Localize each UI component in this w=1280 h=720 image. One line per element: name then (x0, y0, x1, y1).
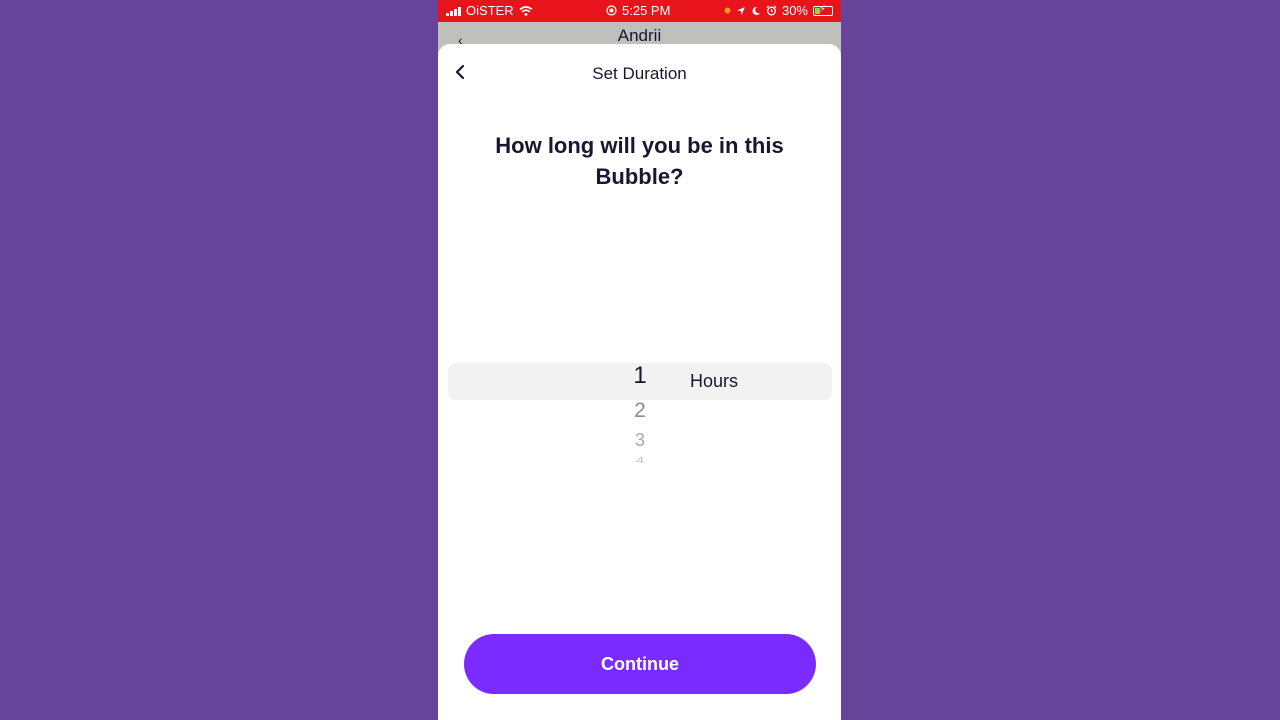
clock: 5:25 PM (622, 3, 671, 18)
picker-option[interactable]: 3 (618, 430, 662, 451)
continue-button[interactable]: Continue (464, 634, 816, 694)
picker-option-selected[interactable]: 1 (618, 362, 662, 390)
location-arrow-icon (736, 6, 745, 15)
duration-unit-label: Hours (690, 371, 739, 391)
status-right: 30% ⚡ (724, 3, 833, 18)
picker-option[interactable]: 4 (618, 456, 662, 465)
sheet-title: Set Duration (592, 64, 687, 83)
duration-sheet: Set Duration How long will you be in thi… (438, 44, 841, 720)
duration-question: How long will you be in this Bubble? (495, 133, 784, 189)
battery-percent: 30% (781, 3, 808, 18)
battery-icon: ⚡ (813, 4, 833, 16)
mic-indicator-icon (724, 7, 731, 14)
status-center: 5:25 PM (606, 3, 670, 18)
alarm-icon (766, 5, 777, 16)
carrier-name: OiSTER (466, 3, 514, 18)
background-screen-title: Andrii (617, 26, 662, 45)
moon-icon (752, 6, 760, 15)
status-left: OiSTER (446, 3, 533, 18)
wifi-icon (519, 5, 533, 16)
picker-option[interactable]: 2 (618, 399, 662, 423)
signal-icon (446, 6, 461, 16)
phone-screen: OiSTER 5:25 PM 30% ⚡ ‹ Andrii Set Durati… (438, 0, 841, 720)
background-screen-header: ‹ Andrii (438, 22, 841, 48)
screen-record-icon (606, 5, 617, 16)
status-bar: OiSTER 5:25 PM 30% ⚡ (438, 0, 841, 22)
